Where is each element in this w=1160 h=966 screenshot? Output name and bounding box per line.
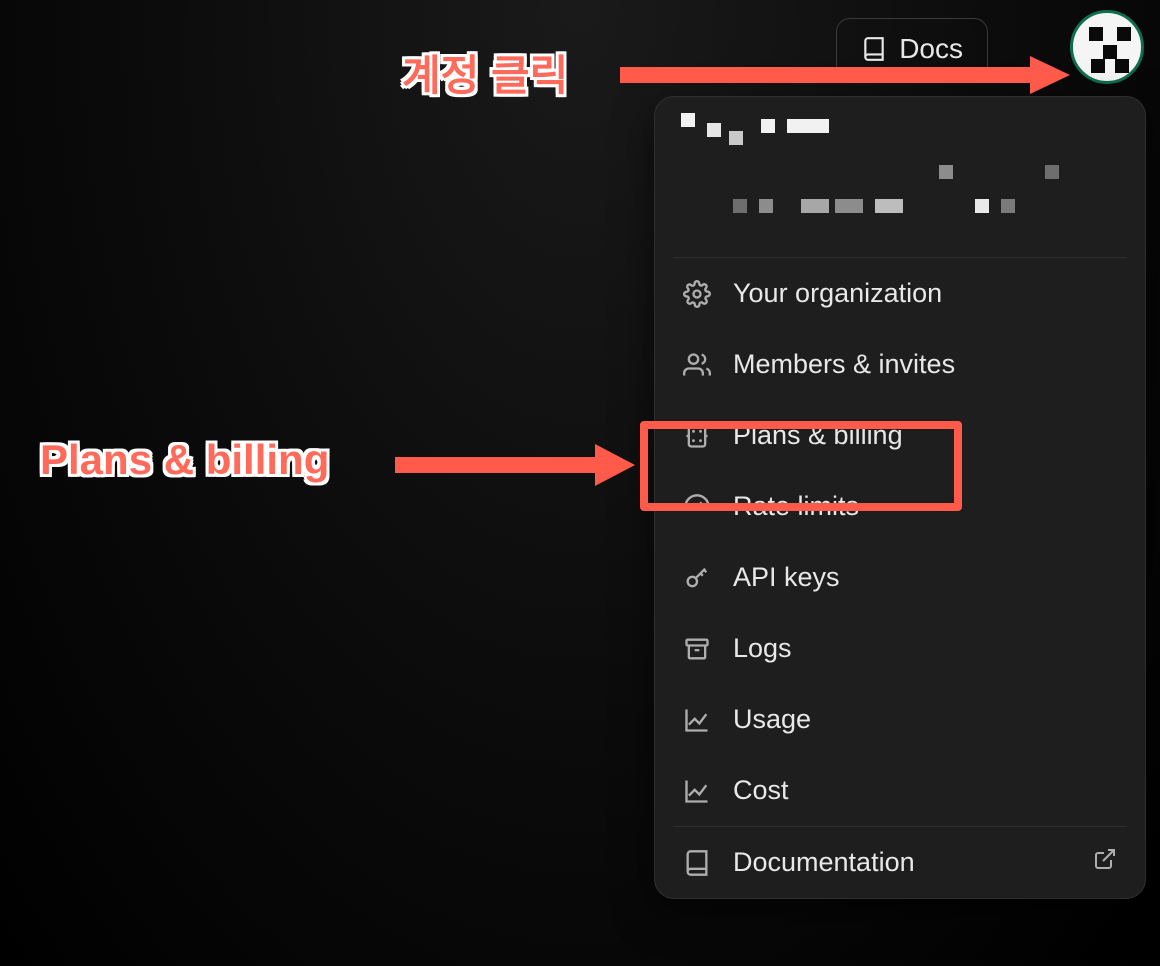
menu-item-label: API keys — [733, 562, 840, 593]
account-avatar[interactable] — [1070, 10, 1144, 84]
menu-item-label: Documentation — [733, 847, 915, 878]
menu-item-api-keys[interactable]: API keys — [655, 542, 1145, 613]
menu-item-plans-billing[interactable]: Plans & billing — [655, 400, 1145, 471]
docs-label: Docs — [899, 33, 963, 65]
external-link-icon — [1093, 847, 1117, 878]
menu-item-usage[interactable]: Usage — [655, 684, 1145, 755]
pixelated-text — [681, 165, 1119, 179]
menu-item-cost[interactable]: Cost — [655, 755, 1145, 826]
menu-item-label: Plans & billing — [733, 420, 903, 451]
menu-item-label: Usage — [733, 704, 811, 735]
menu-item-label: Rate limits — [733, 491, 859, 522]
menu-item-members[interactable]: Members & invites — [655, 329, 1145, 400]
account-menu: Your organization Members & invites Plan… — [654, 96, 1146, 899]
menu-item-logs[interactable]: Logs — [655, 613, 1145, 684]
menu-item-organization[interactable]: Your organization — [655, 258, 1145, 329]
book-icon — [861, 36, 887, 62]
menu-item-label: Your organization — [733, 278, 942, 309]
pixelated-text — [681, 119, 1119, 145]
archive-icon — [683, 635, 711, 663]
menu-item-label: Cost — [733, 775, 789, 806]
users-icon — [683, 351, 711, 379]
chart-icon — [683, 777, 711, 805]
annotation-click-account: 계정 클릭 — [402, 42, 568, 103]
pixelated-text — [681, 199, 1119, 213]
menu-item-rate-limits[interactable]: Rate limits — [655, 471, 1145, 542]
menu-item-documentation[interactable]: Documentation — [655, 827, 1145, 898]
gear-icon — [683, 280, 711, 308]
book-icon — [683, 849, 711, 877]
arrow-to-plans — [395, 440, 635, 490]
menu-item-label: Members & invites — [733, 349, 955, 380]
menu-header — [655, 119, 1145, 257]
key-icon — [683, 564, 711, 592]
annotation-plans-billing: Plans & billing — [40, 436, 329, 484]
docs-button[interactable]: Docs — [836, 18, 988, 80]
billing-icon — [683, 422, 711, 450]
gauge-icon — [683, 493, 711, 521]
chart-icon — [683, 706, 711, 734]
menu-item-label: Logs — [733, 633, 792, 664]
